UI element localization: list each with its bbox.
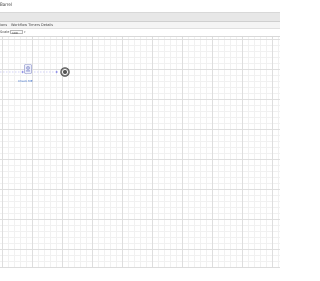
chevron-down-icon[interactable]: ▾ <box>24 30 26 34</box>
tab-details[interactable]: Details <box>41 22 53 28</box>
tab-strip <box>0 13 280 22</box>
zoom-select[interactable]: 100 <box>10 30 23 35</box>
status-bar <box>0 267 280 281</box>
tab-workflow-timers[interactable]: Workflow Timers <box>11 22 40 28</box>
task-node-label: Check ME <box>18 79 33 83</box>
window-title: Barrel <box>0 2 12 7</box>
diagram-connectors <box>0 70 58 74</box>
task-node-icon[interactable] <box>24 64 32 74</box>
tabs-bar: ions Workflow Timers Details <box>0 22 280 29</box>
tab-actions[interactable]: ions <box>0 22 7 28</box>
toolbar: Scale 100 ▾ <box>0 29 280 37</box>
zoom-label: Scale <box>0 30 10 34</box>
arrow-icon <box>56 70 58 74</box>
end-event-icon[interactable] <box>60 67 70 77</box>
diagram-canvas[interactable] <box>0 37 280 267</box>
window-title-bar: Barrel <box>0 0 280 13</box>
